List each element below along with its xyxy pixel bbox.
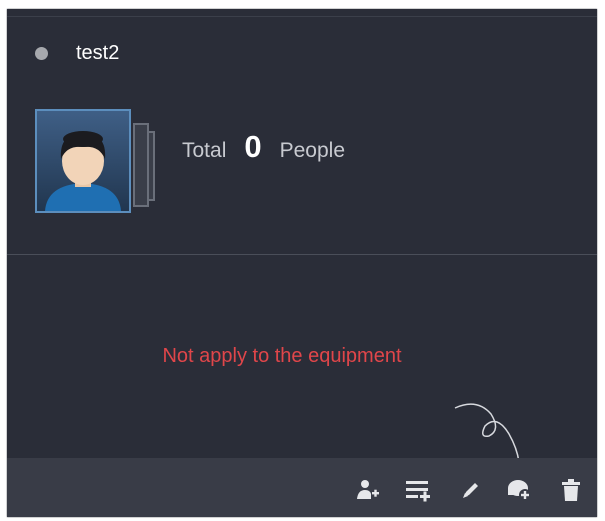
people-count: 0 bbox=[244, 129, 262, 164]
people-label: People bbox=[279, 139, 345, 162]
top-divider bbox=[7, 16, 597, 17]
person-group-card: test2 Total 0 People Not apply to the eq… bbox=[7, 9, 597, 517]
status-indicator bbox=[35, 47, 48, 60]
edit-pencil-icon bbox=[463, 483, 478, 498]
add-list-icon bbox=[406, 481, 430, 502]
delete-button[interactable] bbox=[558, 477, 584, 503]
add-person-button[interactable] bbox=[355, 477, 381, 503]
equipment-warning-message: Not apply to the equipment bbox=[162, 345, 402, 367]
stack-layer-middle bbox=[133, 123, 149, 207]
card-toolbar bbox=[7, 458, 597, 517]
total-label: Total bbox=[182, 139, 227, 162]
section-divider bbox=[7, 254, 597, 255]
pointer-trail-icon bbox=[454, 403, 520, 463]
people-avatar-stack bbox=[35, 109, 155, 217]
delete-trash-icon bbox=[562, 479, 580, 501]
group-name: test2 bbox=[76, 42, 120, 64]
add-device-icon bbox=[508, 480, 531, 501]
apply-to-device-button[interactable] bbox=[507, 477, 533, 503]
person-avatar-icon bbox=[35, 109, 131, 213]
add-person-icon bbox=[357, 480, 379, 499]
add-to-list-button[interactable] bbox=[405, 477, 431, 503]
edit-button[interactable] bbox=[458, 477, 484, 503]
people-total: Total 0 People bbox=[182, 129, 345, 179]
